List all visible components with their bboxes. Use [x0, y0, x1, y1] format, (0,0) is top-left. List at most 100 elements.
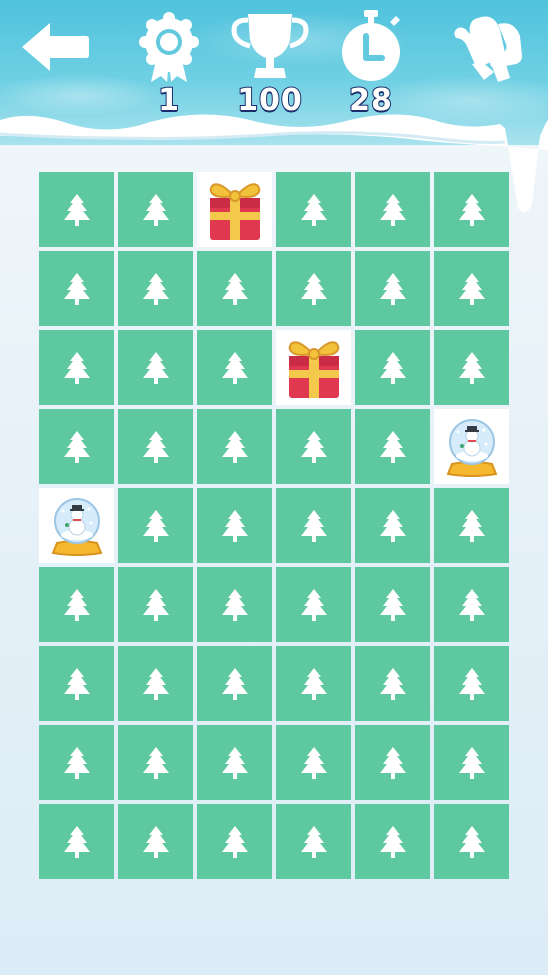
tree-icon — [142, 430, 169, 463]
hidden-tile[interactable] — [355, 409, 430, 484]
hidden-tile[interactable] — [434, 488, 509, 563]
hidden-tile[interactable] — [197, 488, 272, 563]
tree-icon — [458, 193, 485, 226]
hidden-tile[interactable] — [118, 567, 193, 642]
tree-icon — [379, 746, 406, 779]
hidden-tile[interactable] — [197, 804, 272, 879]
rosette-badge-icon — [139, 12, 199, 82]
hidden-tile[interactable] — [355, 646, 430, 721]
stopwatch-icon — [342, 10, 400, 81]
tree-icon — [379, 351, 406, 384]
hidden-tile[interactable] — [276, 646, 351, 721]
hidden-tile[interactable] — [355, 488, 430, 563]
tree-icon — [221, 272, 248, 305]
hidden-tile[interactable] — [276, 172, 351, 247]
hidden-tile[interactable] — [434, 646, 509, 721]
tree-icon — [379, 509, 406, 542]
tree-icon — [379, 825, 406, 858]
hidden-tile[interactable] — [197, 725, 272, 800]
hidden-tile[interactable] — [355, 804, 430, 879]
hidden-tile[interactable] — [118, 804, 193, 879]
hidden-tile[interactable] — [197, 409, 272, 484]
hidden-tile[interactable] — [434, 251, 509, 326]
tree-icon — [300, 509, 327, 542]
tree-icon — [142, 588, 169, 621]
hidden-tile[interactable] — [39, 251, 114, 326]
hidden-tile[interactable] — [434, 567, 509, 642]
tree-icon — [458, 351, 485, 384]
tree-icon — [142, 193, 169, 226]
tree-icon — [300, 272, 327, 305]
hidden-tile[interactable] — [118, 409, 193, 484]
hidden-tile[interactable] — [197, 646, 272, 721]
tree-icon — [458, 825, 485, 858]
hidden-tile[interactable] — [118, 330, 193, 405]
tree-icon — [63, 825, 90, 858]
gift-tile[interactable] — [276, 330, 351, 405]
tree-icon — [379, 272, 406, 305]
hint-button[interactable] — [448, 10, 528, 84]
tree-icon — [458, 746, 485, 779]
hidden-tile[interactable] — [276, 725, 351, 800]
tree-icon — [300, 746, 327, 779]
tree-icon — [63, 193, 90, 226]
hidden-tile[interactable] — [355, 172, 430, 247]
tree-icon — [458, 509, 485, 542]
snow-globe-icon — [51, 497, 102, 556]
hidden-tile[interactable] — [118, 172, 193, 247]
hidden-tile[interactable] — [276, 804, 351, 879]
hidden-tile[interactable] — [39, 409, 114, 484]
tree-icon — [458, 588, 485, 621]
hidden-tile[interactable] — [118, 646, 193, 721]
tree-icon — [221, 825, 248, 858]
tree-icon — [142, 351, 169, 384]
level-badge — [137, 12, 201, 84]
tree-icon — [221, 509, 248, 542]
hidden-tile[interactable] — [197, 567, 272, 642]
tree-icon — [300, 588, 327, 621]
tree-icon — [300, 430, 327, 463]
hidden-tile[interactable] — [39, 172, 114, 247]
hidden-tile[interactable] — [39, 567, 114, 642]
hidden-tile[interactable] — [39, 646, 114, 721]
hidden-tile[interactable] — [355, 330, 430, 405]
hidden-tile[interactable] — [118, 251, 193, 326]
tree-icon — [379, 430, 406, 463]
game-board — [39, 172, 509, 879]
snowglobe-tile[interactable] — [434, 409, 509, 484]
hidden-tile[interactable] — [39, 725, 114, 800]
hidden-tile[interactable] — [197, 251, 272, 326]
hidden-tile[interactable] — [39, 330, 114, 405]
timer-stopwatch — [336, 8, 406, 84]
hidden-tile[interactable] — [355, 725, 430, 800]
hidden-tile[interactable] — [434, 804, 509, 879]
hidden-tile[interactable] — [276, 488, 351, 563]
hidden-tile[interactable] — [434, 330, 509, 405]
tree-icon — [63, 272, 90, 305]
hidden-tile[interactable] — [355, 567, 430, 642]
tree-icon — [300, 667, 327, 700]
score-trophy — [230, 10, 310, 82]
tree-icon — [458, 667, 485, 700]
snowglobe-tile[interactable] — [39, 488, 114, 563]
tree-icon — [221, 588, 248, 621]
hidden-tile[interactable] — [118, 725, 193, 800]
tree-icon — [142, 272, 169, 305]
hidden-tile[interactable] — [434, 725, 509, 800]
gift-tile[interactable] — [197, 172, 272, 247]
tree-icon — [63, 430, 90, 463]
tree-icon — [221, 746, 248, 779]
hidden-tile[interactable] — [276, 567, 351, 642]
hidden-tile[interactable] — [118, 488, 193, 563]
tree-icon — [221, 430, 248, 463]
hidden-tile[interactable] — [434, 172, 509, 247]
tree-icon — [300, 825, 327, 858]
hidden-tile[interactable] — [39, 804, 114, 879]
hidden-tile[interactable] — [197, 330, 272, 405]
back-arrow-icon — [22, 23, 89, 71]
back-button[interactable] — [18, 18, 92, 76]
hidden-tile[interactable] — [276, 251, 351, 326]
hidden-tile[interactable] — [355, 251, 430, 326]
hidden-tile[interactable] — [276, 409, 351, 484]
gift-box-icon — [209, 182, 260, 240]
